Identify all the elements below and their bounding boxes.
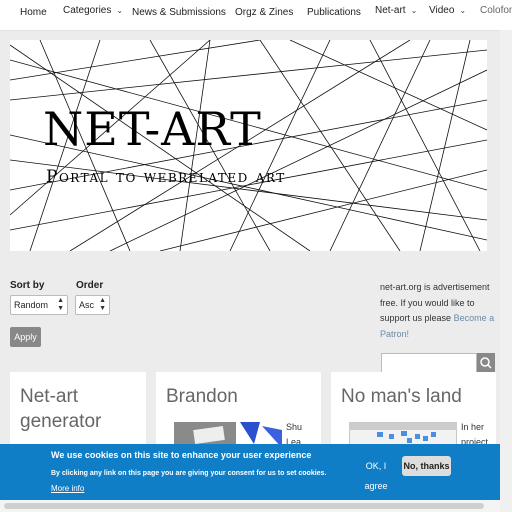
chevron-down-icon: ⌄ (459, 6, 467, 15)
search-button[interactable] (477, 353, 495, 373)
nav-home[interactable]: Home (20, 7, 47, 18)
nav-colofon[interactable]: Colofon (480, 5, 512, 16)
order-label: Order (76, 280, 104, 291)
card-title[interactable]: Brandon (166, 384, 238, 409)
nav-orgz-zines[interactable]: Orgz & Zines (235, 7, 293, 18)
cookie-heading: We use cookies on this site to enhance y… (51, 450, 312, 460)
card-title[interactable]: No man's land (341, 384, 462, 409)
card-title[interactable]: Net-art generator (20, 384, 120, 434)
chevron-down-icon: ⌄ (410, 6, 418, 15)
select-arrows-icon: ▲ ▼ (57, 297, 64, 312)
order-select[interactable]: Asc ▲ ▼ (75, 295, 110, 315)
apply-button[interactable]: Apply (10, 327, 41, 347)
nav-news-submissions[interactable]: News & Submissions (132, 7, 226, 18)
advertisement-notice: net-art.org is advertisement free. If yo… (380, 282, 495, 339)
header-banner[interactable]: NET-ART Portal to webrelated art (10, 40, 487, 251)
cookie-banner: We use cookies on this site to enhance y… (0, 444, 500, 500)
nav-net-art[interactable]: Net-art ⌄ (375, 5, 417, 16)
more-info-link[interactable]: More info (51, 484, 84, 493)
nav-publications[interactable]: Publications (307, 7, 361, 18)
scrollbar-thumb[interactable] (4, 503, 484, 509)
site-subtitle: Portal to webrelated art (46, 167, 286, 187)
search-input[interactable] (381, 353, 477, 373)
chevron-down-icon: ⌄ (116, 6, 124, 15)
nav-video[interactable]: Video ⌄ (429, 5, 466, 16)
sort-select[interactable]: Random ▲ ▼ (10, 295, 68, 315)
nav-categories[interactable]: Categories ⌄ (63, 5, 123, 16)
agree-button[interactable]: OK, I agree (354, 456, 398, 491)
top-navigation: Home Categories ⌄ News & Submissions Orgz… (0, 0, 512, 31)
site-title: NET-ART (43, 102, 262, 156)
horizontal-scrollbar[interactable] (0, 500, 500, 512)
cookie-text: By clicking any link on this page you ar… (51, 470, 327, 477)
vertical-scrollbar[interactable] (500, 30, 512, 512)
search-icon (480, 357, 492, 369)
decline-button[interactable]: No, thanks (402, 456, 451, 476)
select-arrows-icon: ▲ ▼ (99, 297, 106, 312)
sort-label: Sort by (10, 280, 45, 291)
